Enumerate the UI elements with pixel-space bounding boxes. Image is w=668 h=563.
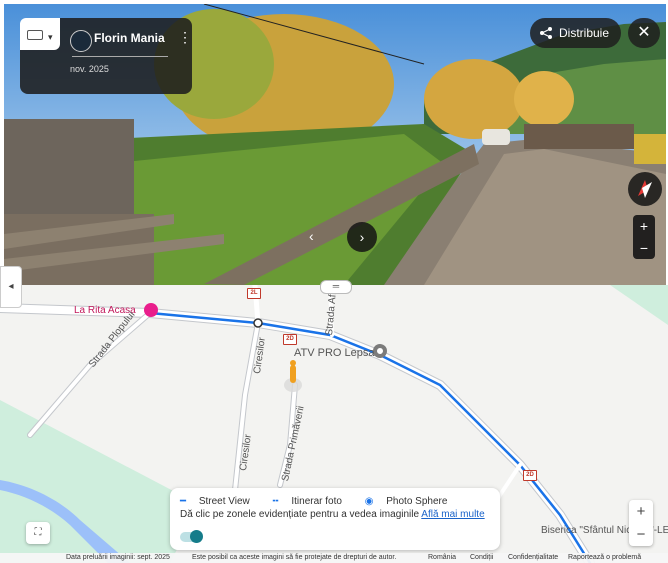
map-zoom-in-button[interactable]: + [629, 500, 653, 523]
poi-label-atv[interactable]: ATV PRO Lepsa [294, 347, 375, 359]
share-icon [540, 27, 552, 39]
report-problem-link[interactable]: Raportează o problemă [568, 554, 641, 561]
fullscreen-icon[interactable]: ⛶ [26, 522, 50, 544]
coverage-legend: ━ Street View ╍ Itinerar foto ◉ Photo Sp… [170, 488, 500, 550]
collapse-panel-button[interactable]: ◂ [0, 266, 22, 308]
author-name[interactable]: Florin Mania [94, 31, 165, 45]
legend-help: Dă clic pe zonele evidențiate pentru a v… [180, 509, 485, 520]
legend-itinerar: ╍ Itinerar foto [272, 496, 342, 507]
zoom-in-button[interactable]: + [633, 215, 655, 237]
next-arrow-button[interactable]: › [347, 222, 377, 252]
map-zoom-control: + − [629, 500, 653, 546]
privacy-link[interactable]: Confidențialitate [508, 554, 558, 561]
avatar[interactable] [70, 30, 92, 52]
copyright-notice: Este posibil ca aceste imagini să fie pr… [192, 554, 397, 561]
road-shield: 2D [283, 334, 297, 345]
keyboard-icon [27, 30, 43, 40]
divider [72, 56, 168, 57]
road-shield: 2L [247, 288, 261, 299]
zoom-out-button[interactable]: − [633, 237, 655, 259]
share-label: Distribuie [559, 26, 610, 40]
share-button[interactable]: Distribuie [530, 18, 621, 48]
keyboard-shortcuts-button[interactable]: ▾ [20, 18, 60, 50]
previous-arrow-icon[interactable]: ‹ [309, 228, 314, 244]
capture-date-text: Data preluării imaginii: sept. 2025 [66, 554, 170, 561]
restaurant-marker[interactable] [144, 303, 158, 317]
terms-link[interactable]: Condiții [470, 554, 493, 561]
line-icon: ━ [180, 496, 187, 507]
street-view-zoom-control: + − [633, 215, 655, 259]
dashed-line-icon: ╍ [272, 496, 279, 507]
street-view-panorama[interactable]: ▾ Florin Mania ⋮ nov. 2025 Distribuie ✕ … [4, 4, 666, 285]
road-shield: 2D [523, 470, 537, 481]
toggle-knob [190, 530, 203, 543]
pegman-icon[interactable] [290, 365, 296, 383]
country-link[interactable]: România [428, 554, 456, 561]
compass-icon[interactable] [628, 172, 662, 206]
legend-street-view: ━ Street View [180, 496, 250, 507]
photo-sphere-icon: ◉ [364, 496, 374, 507]
close-button[interactable]: ✕ [628, 18, 660, 48]
coverage-toggle[interactable] [180, 530, 203, 543]
chevron-down-icon: ▾ [48, 32, 53, 42]
resize-handle[interactable]: ═ [320, 280, 352, 294]
author-card: ▾ Florin Mania ⋮ nov. 2025 [20, 18, 192, 94]
learn-more-link[interactable]: Află mai multe [421, 509, 484, 520]
legend-photo-sphere: ◉ Photo Sphere [364, 496, 448, 507]
more-options-icon[interactable]: ⋮ [178, 29, 192, 46]
legend-help-text: Dă clic pe zonele evidențiate pentru a v… [180, 509, 420, 520]
map-zoom-out-button[interactable]: − [629, 523, 653, 546]
legend-row: ━ Street View ╍ Itinerar foto ◉ Photo Sp… [180, 496, 467, 507]
footer-bar: Data preluării imaginii: sept. 2025 Este… [0, 553, 668, 563]
capture-date: nov. 2025 [70, 64, 109, 74]
